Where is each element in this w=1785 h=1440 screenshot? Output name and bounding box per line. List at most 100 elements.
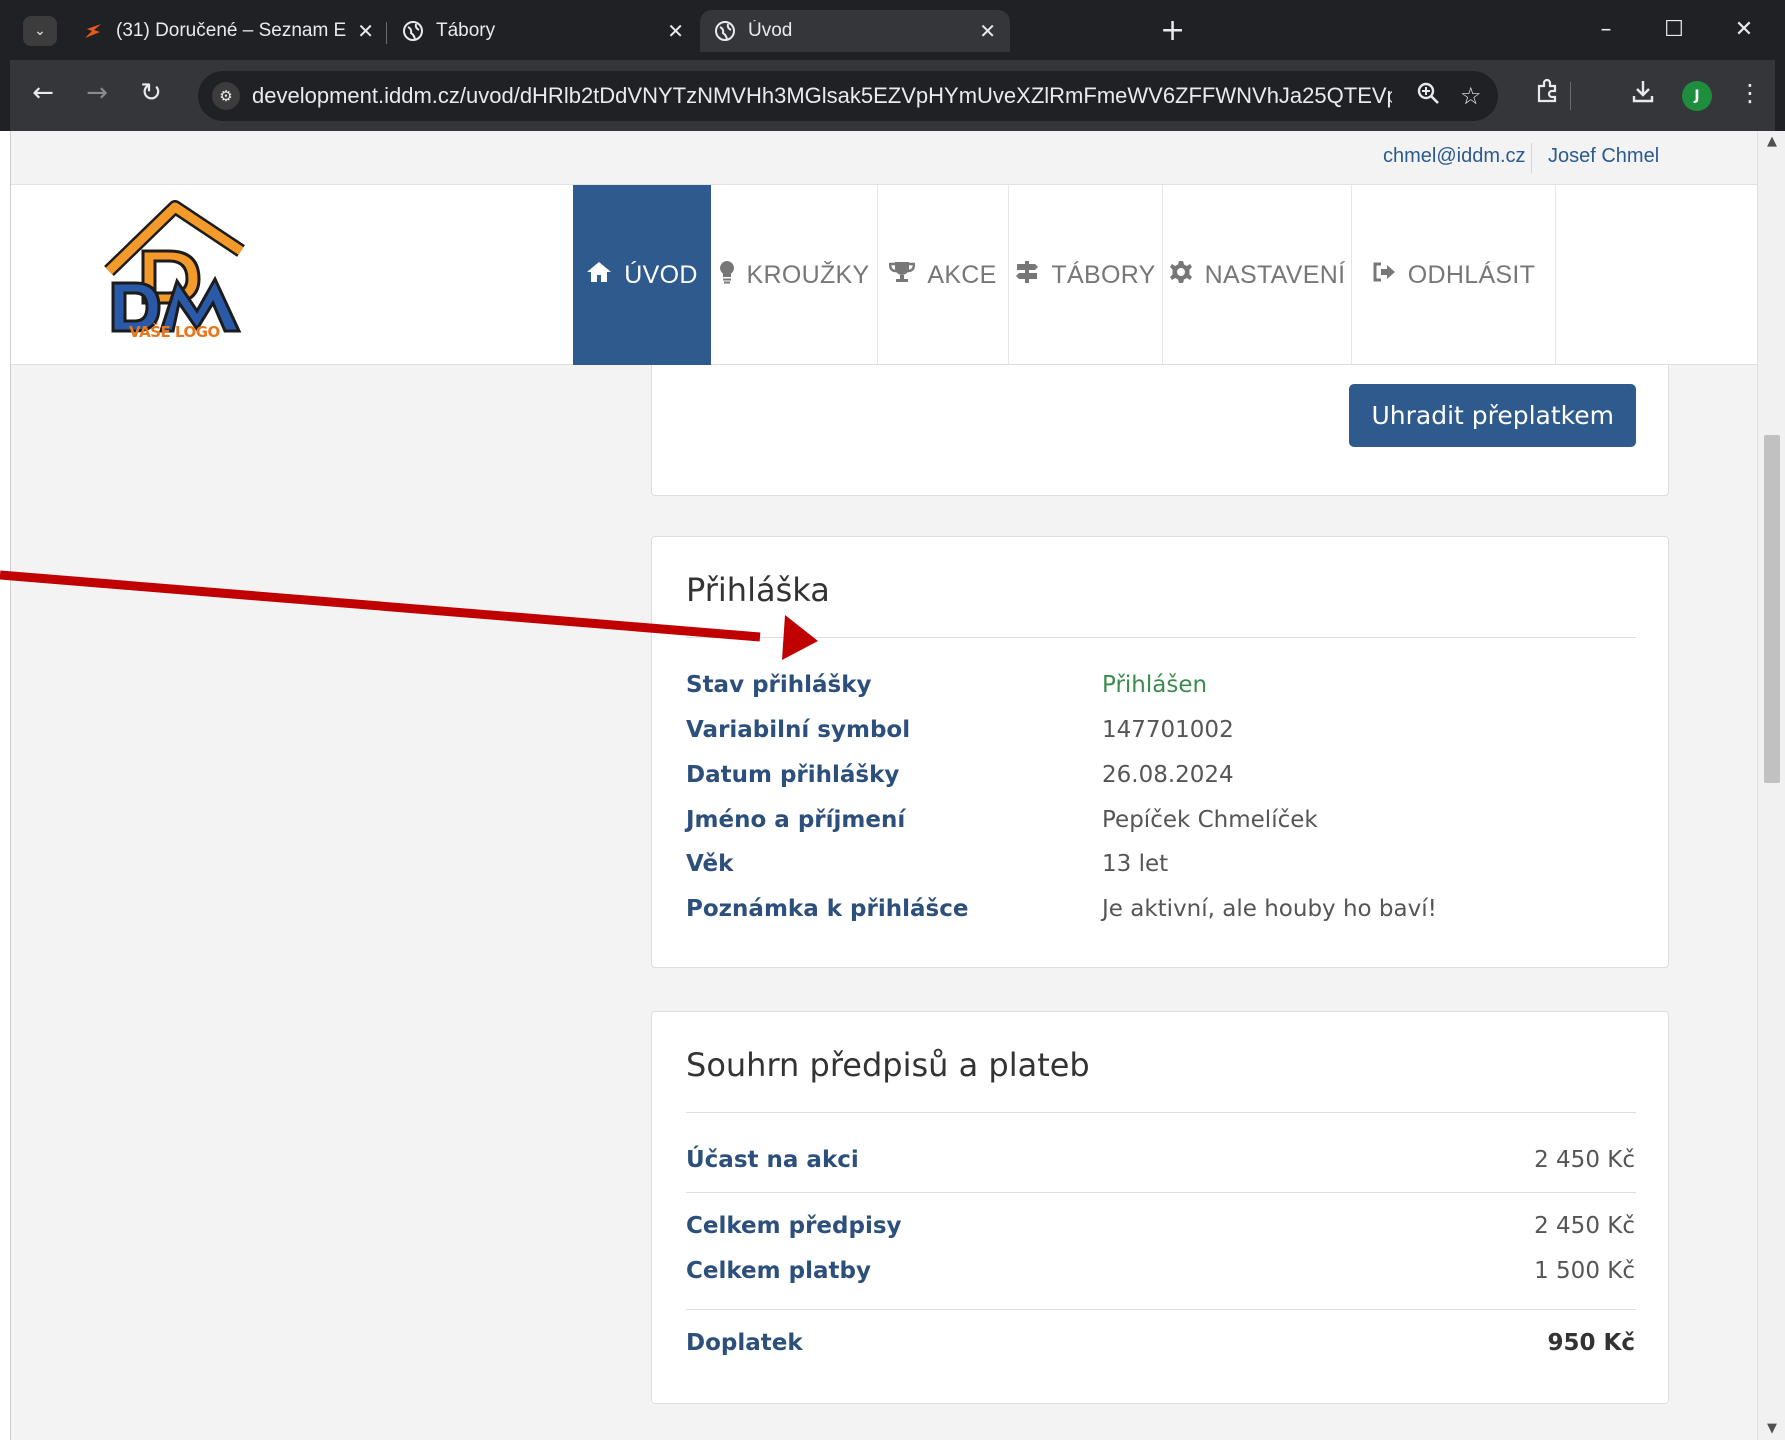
address-bar[interactable]: ⚙ development.iddm.cz/uvod/dHRlb2tDdVNYT… (198, 71, 1498, 121)
tab-separator (386, 22, 387, 44)
plus-icon: + (1160, 13, 1186, 48)
summary-title: Souhrn předpisů a plateb (686, 1046, 1090, 1084)
arrow-right-icon: → (86, 78, 108, 108)
globe-icon (402, 20, 424, 42)
nav-item-label: AKCE (927, 260, 997, 289)
back-button[interactable]: ← (26, 78, 60, 108)
variable-symbol-value: 147701002 (1102, 717, 1234, 743)
tab-seznam-email[interactable]: (31) Doručené – Seznam Email ✕ (68, 10, 388, 52)
browser-toolbar: ← → ↻ ⚙ development.iddm.cz/uvod/dHRlb2t… (10, 60, 1775, 131)
tab-search-button[interactable]: ⌄ (23, 16, 57, 46)
extensions-icon[interactable] (1535, 78, 1561, 111)
nav-item-krouzky[interactable]: KROUŽKY (711, 185, 878, 365)
url-text[interactable]: development.iddm.cz/uvod/dHRlb2tDdVNYTzN… (252, 83, 1392, 109)
divider (686, 1309, 1636, 1310)
tab-title: Úvod (748, 20, 793, 41)
zoom-icon[interactable] (1416, 81, 1440, 112)
divider (686, 1192, 1636, 1193)
maximize-button[interactable]: ☐ (1649, 12, 1699, 48)
chevron-down-icon: ⌄ (34, 23, 46, 39)
arrow-left-icon: ← (32, 78, 54, 108)
scroll-down-arrow-icon[interactable]: ▼ (1758, 1418, 1785, 1440)
nav-item-uvod[interactable]: ÚVOD (573, 185, 711, 365)
home-icon (586, 261, 612, 290)
close-icon[interactable]: ✕ (667, 19, 684, 44)
main-nav: ÚVOD KROUŽKY AKCE TÁBORY NASTAVENÍ ODHLÁ… (573, 185, 1556, 365)
registration-note-value: Je aktivní, ale houby ho baví! (1102, 896, 1437, 922)
pay-with-overpayment-button[interactable]: Uhradit přeplatkem (1349, 384, 1636, 447)
nav-item-nastaveni[interactable]: NASTAVENÍ (1163, 185, 1352, 365)
registration-card: Přihláška Stav přihlášky Přihlášen Varia… (651, 536, 1669, 968)
divider (686, 1112, 1636, 1113)
toolbar-separator (1570, 82, 1571, 110)
signpost-icon (1015, 260, 1039, 291)
full-name-value: Pepíček Chmelíček (1102, 807, 1318, 833)
nav-item-odhlasit[interactable]: ODHLÁSIT (1352, 185, 1556, 365)
tab-title: Tábory (436, 20, 496, 41)
total-charges-value: 2 450 Kč (1534, 1213, 1635, 1239)
age-value: 13 let (1102, 851, 1169, 877)
registration-date-label: Datum přihlášky (686, 762, 900, 788)
ddm-logo-icon[interactable]: VAŠE LOGO (103, 199, 263, 349)
nav-item-label: ÚVOD (624, 260, 698, 289)
reload-icon: ↻ (140, 78, 162, 108)
tab-title: (31) Doručené – Seznam Email (116, 20, 347, 41)
nav-item-label: NASTAVENÍ (1204, 260, 1346, 289)
tab-tabory[interactable]: Tábory ✕ (388, 10, 698, 52)
profile-avatar[interactable]: J (1682, 81, 1712, 111)
lightbulb-icon (719, 260, 735, 291)
scroll-up-arrow-icon[interactable]: ▲ (1758, 131, 1785, 153)
page-scrollbar[interactable]: ▲ ▼ (1757, 131, 1785, 1440)
more-menu-icon[interactable]: ⋮ (1738, 78, 1762, 108)
scrollbar-thumb[interactable] (1764, 435, 1780, 783)
globe-icon (714, 20, 736, 42)
registration-date-value: 26.08.2024 (1102, 762, 1234, 788)
site-header: VAŠE LOGO ÚVOD KROUŽKY AKCE TÁBORY NASTA… (11, 185, 1757, 365)
full-name-label: Jméno a příjmení (686, 807, 906, 833)
total-payments-value: 1 500 Kč (1534, 1258, 1635, 1284)
nav-item-akce[interactable]: AKCE (878, 185, 1009, 365)
download-icon[interactable] (1630, 78, 1656, 111)
maximize-icon: ☐ (1664, 17, 1684, 42)
user-name-link[interactable]: Josef Chmel (1548, 145, 1659, 168)
seznam-email-icon (82, 20, 104, 42)
trophy-icon (889, 261, 916, 290)
balance-due-value: 950 Kč (1547, 1330, 1635, 1356)
overpayment-card: Uhradit přeplatkem (651, 365, 1669, 496)
event-participation-label: Účast na akci (686, 1147, 859, 1173)
close-icon[interactable]: ✕ (357, 19, 374, 44)
registration-note-label: Poznámka k přihlášce (686, 896, 969, 922)
nav-item-label: TÁBORY (1051, 260, 1156, 289)
reload-button[interactable]: ↻ (134, 78, 168, 108)
registration-title: Přihláška (686, 571, 830, 609)
user-topbar: chmel@iddm.cz Josef Chmel (11, 131, 1757, 185)
close-icon: ✕ (1734, 17, 1754, 42)
tab-uvod[interactable]: Úvod ✕ (700, 10, 1010, 52)
divider (686, 637, 1636, 638)
minimize-icon: – (1600, 17, 1612, 42)
nav-item-label: KROUŽKY (746, 260, 870, 289)
balance-due-label: Doplatek (686, 1330, 803, 1356)
tab-strip: ⌄ (31) Doručené – Seznam Email ✕ Tábory … (10, 10, 1775, 52)
gear-icon (1169, 260, 1193, 291)
total-payments-label: Celkem platby (686, 1258, 871, 1284)
minimize-button[interactable]: – (1581, 12, 1631, 48)
bookmark-star-icon[interactable]: ☆ (1460, 81, 1482, 111)
browser-frame: ⌄ (31) Doručené – Seznam Email ✕ Tábory … (0, 0, 1785, 131)
site-info-icon[interactable]: ⚙ (212, 82, 240, 110)
variable-symbol-label: Variabilní symbol (686, 717, 911, 743)
age-label: Věk (686, 851, 734, 877)
page-viewport: chmel@iddm.cz Josef Chmel VAŠE LOGO ÚVOD (10, 131, 1757, 1440)
new-tab-button[interactable]: + (1160, 14, 1185, 48)
event-participation-value: 2 450 Kč (1534, 1147, 1635, 1173)
registration-status-value: Přihlášen (1102, 672, 1208, 698)
close-icon[interactable]: ✕ (979, 19, 996, 44)
user-email-link[interactable]: chmel@iddm.cz (1383, 145, 1526, 168)
sign-out-icon (1372, 261, 1396, 289)
registration-status-label: Stav přihlášky (686, 672, 872, 698)
total-charges-label: Celkem předpisy (686, 1213, 902, 1239)
forward-button[interactable]: → (80, 78, 114, 108)
logo-text: VAŠE LOGO (129, 323, 220, 341)
close-window-button[interactable]: ✕ (1719, 12, 1769, 48)
nav-item-tabory[interactable]: TÁBORY (1009, 185, 1163, 365)
